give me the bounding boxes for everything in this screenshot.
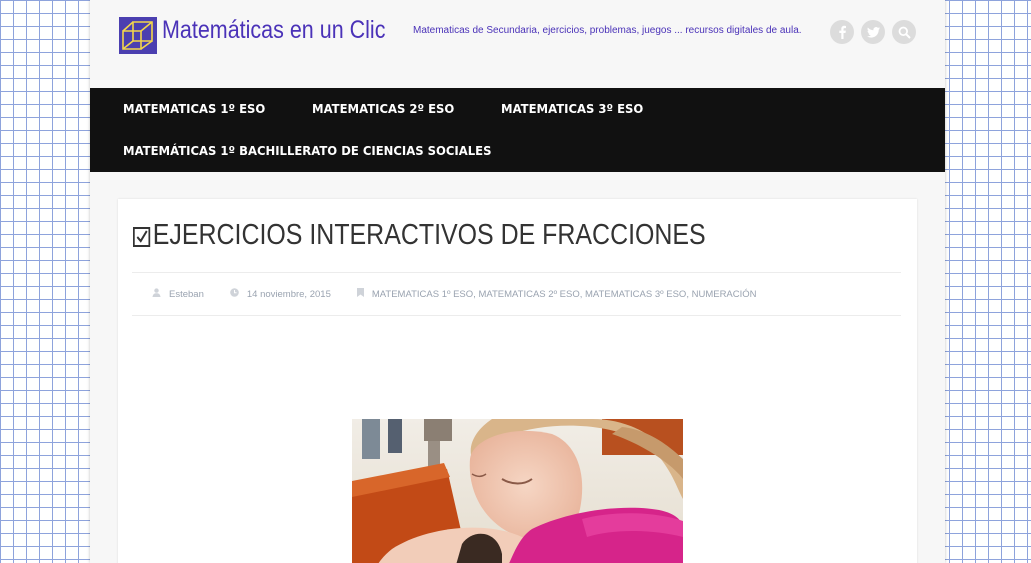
- post-title: EJERCICIOS INTERACTIVOS DE FRACCIONES: [133, 219, 706, 252]
- clock-icon: [230, 288, 239, 300]
- facebook-icon[interactable]: [830, 20, 854, 44]
- nav-item-mat-2-eso[interactable]: MATEMATICAS 2º ESO: [312, 101, 454, 116]
- post-card: EJERCICIOS INTERACTIVOS DE FRACCIONES Es…: [118, 199, 917, 563]
- site-tagline: Matematicas de Secundaria, ejercicios, p…: [413, 25, 802, 36]
- post-author-link[interactable]: Esteban: [169, 289, 204, 300]
- post-title-text: EJERCICIOS INTERACTIVOS DE FRACCIONES: [152, 219, 706, 251]
- nav-item-mat-1-eso[interactable]: MATEMATICAS 1º ESO: [123, 101, 265, 116]
- post-categories: MATEMATICAS 1º ESO, MATEMATICAS 2º ESO, …: [356, 288, 757, 300]
- twitter-icon[interactable]: [861, 20, 885, 44]
- checkbox-checked-icon: [133, 226, 151, 247]
- search-icon[interactable]: [892, 20, 916, 44]
- site-title[interactable]: Matemáticas en un Clic: [162, 16, 385, 45]
- nav-row: MATEMATICAS 1º ESO MATEMATICAS 2º ESO MA…: [123, 101, 654, 116]
- nav-item-mat-1-bach[interactable]: MATEMÁTICAS 1º BACHILLERATO DE CIENCIAS …: [123, 143, 491, 158]
- site-header: Matemáticas en un Clic Matematicas de Se…: [90, 0, 945, 88]
- post-categories-links[interactable]: MATEMATICAS 1º ESO, MATEMATICAS 2º ESO, …: [372, 289, 757, 300]
- post-author: Esteban: [152, 288, 204, 300]
- user-icon: [152, 288, 161, 300]
- post-featured-image: [352, 419, 683, 563]
- page-wrapper: Matemáticas en un Clic Matematicas de Se…: [90, 0, 945, 563]
- bookmark-icon: [356, 288, 364, 300]
- post-date-text: 14 noviembre, 2015: [246, 288, 331, 300]
- divider: [132, 315, 901, 316]
- post-meta: Esteban 14 noviembre, 2015 MATEMATICAS 1…: [152, 288, 783, 300]
- nav-row: MATEMÁTICAS 1º BACHILLERATO DE CIENCIAS …: [123, 143, 519, 158]
- site-logo[interactable]: [119, 17, 157, 54]
- main-nav: MATEMATICAS 1º ESO MATEMATICAS 2º ESO MA…: [90, 88, 945, 172]
- social-icons: [830, 20, 916, 44]
- cube-logo-icon: [119, 17, 157, 54]
- photo-girl-resting-image: [352, 419, 683, 563]
- nav-item-mat-3-eso[interactable]: MATEMATICAS 3º ESO: [501, 101, 643, 116]
- divider: [132, 272, 901, 273]
- post-date: 14 noviembre, 2015: [230, 288, 331, 300]
